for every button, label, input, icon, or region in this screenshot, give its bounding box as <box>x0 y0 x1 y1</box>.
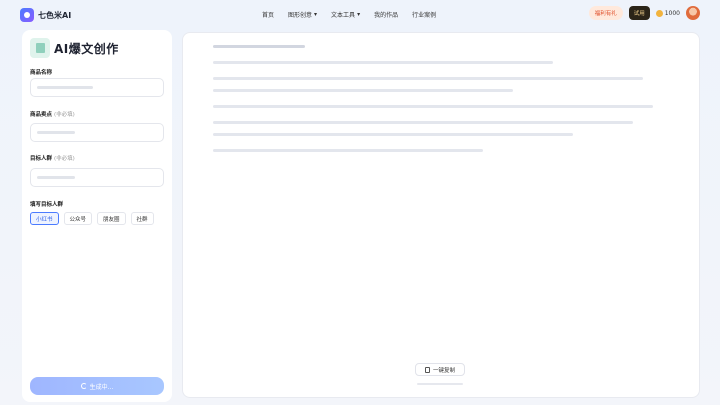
vip-badge[interactable]: 试用 <box>628 6 650 20</box>
points-balance[interactable]: 1000 <box>655 9 680 17</box>
document-icon <box>30 38 50 58</box>
unreadable-text <box>37 131 75 134</box>
avatar[interactable] <box>686 6 700 20</box>
selling-points-label: 商品卖点 (非必填) <box>30 112 75 118</box>
platform-chips: 小红书 公众号 朋友圈 社群 <box>30 212 154 225</box>
product-name-input[interactable] <box>30 78 164 97</box>
logo-text: 七色米AI <box>38 10 72 20</box>
form-title-text: AI爆文创作 <box>54 41 119 56</box>
unreadable-text <box>213 77 643 80</box>
coin-icon <box>655 9 663 17</box>
unreadable-text <box>37 176 75 179</box>
audience-label: 目标人群 (非必填) <box>30 156 75 162</box>
selling-points-input[interactable] <box>30 123 164 142</box>
platform-chip-shequn[interactable]: 社群 <box>130 212 154 225</box>
chevron-down-icon: ▾ <box>357 11 361 18</box>
logo-icon <box>20 8 34 22</box>
form-title: AI爆文创作 <box>30 38 119 58</box>
unreadable-text <box>213 89 513 92</box>
nav-item-cases[interactable]: 行业案例 <box>412 10 436 19</box>
unreadable-text <box>213 133 573 136</box>
main-nav: 首页 图形创意 ▾ 文本工具 ▾ 我的作品 行业案例 <box>262 10 436 19</box>
nav-item-home[interactable]: 首页 <box>262 10 274 19</box>
unreadable-text <box>213 61 553 64</box>
unreadable-text <box>213 149 483 152</box>
product-name-label: 商品名称 <box>30 70 53 76</box>
unreadable-text <box>417 383 463 385</box>
nav-item-graphic[interactable]: 图形创意 ▾ <box>288 10 317 19</box>
top-bar: 七色米AI 首页 图形创意 ▾ 文本工具 ▾ 我的作品 行业案例 福利有礼 试用 1… <box>0 0 720 30</box>
copy-icon <box>424 366 430 373</box>
unreadable-text <box>37 86 93 89</box>
unreadable-text <box>213 105 653 108</box>
platform-chip-xiaohongshu[interactable]: 小红书 <box>30 212 59 225</box>
platform-label: 填写目标人群 <box>30 202 64 208</box>
result-panel: 一键复制 <box>182 32 700 398</box>
platform-chip-gongzhonghao[interactable]: 公众号 <box>63 212 93 225</box>
app-logo[interactable]: 七色米AI <box>20 8 71 22</box>
chevron-down-icon: ▾ <box>314 11 318 18</box>
unreadable-text <box>213 121 633 124</box>
audience-input[interactable] <box>30 168 164 187</box>
promo-badge[interactable]: 福利有礼 <box>588 6 623 20</box>
generated-article <box>213 45 673 161</box>
header-tools: 福利有礼 试用 1000 <box>588 6 700 20</box>
form-panel: AI爆文创作 商品名称 商品卖点 (非必填) 目标人群 (非必填) 填写目标人群… <box>22 30 172 402</box>
unreadable-text <box>213 45 305 48</box>
nav-item-my-works[interactable]: 我的作品 <box>374 10 398 19</box>
copy-button[interactable]: 一键复制 <box>415 363 465 376</box>
platform-chip-pengyouquan[interactable]: 朋友圈 <box>97 212 126 225</box>
loading-icon <box>80 383 87 389</box>
nav-item-text-tools[interactable]: 文本工具 ▾ <box>331 10 360 19</box>
points-value: 1000 <box>664 9 680 17</box>
generate-button[interactable]: 生成中... <box>30 377 164 395</box>
